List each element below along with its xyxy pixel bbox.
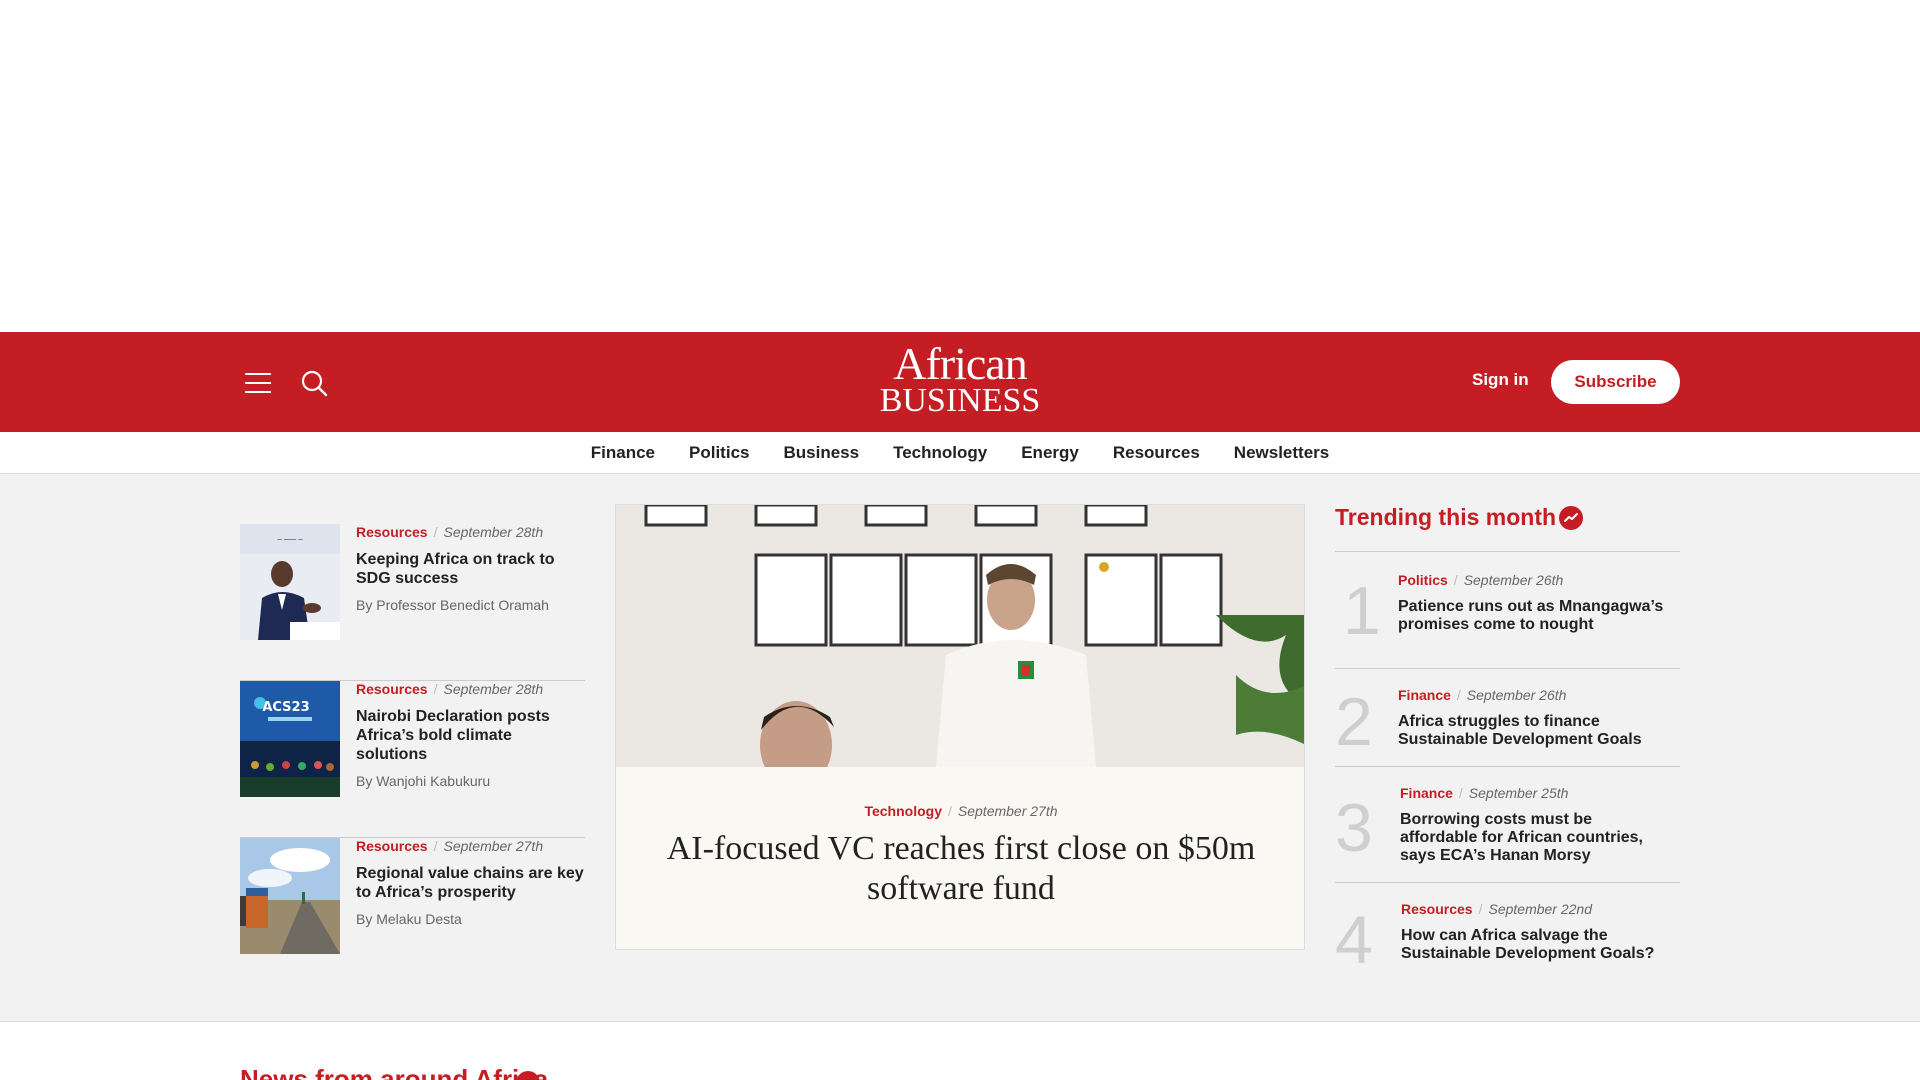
article-date: September 27th xyxy=(443,838,544,854)
trending-date: September 26th xyxy=(1463,572,1564,588)
trending-up-icon xyxy=(1559,506,1583,530)
trending-meta: Finance / September 26th xyxy=(1398,687,1567,703)
trending-headline[interactable]: Patience runs out as Mnangagwa’s promise… xyxy=(1398,598,1668,634)
article-date: September 28th xyxy=(443,524,544,540)
trending-item[interactable]: 4 Resources / September 22nd How can Afric… xyxy=(1335,883,1680,983)
trending-rank: 3 xyxy=(1335,790,1373,866)
article-byline: By Professor Benedict Oramah xyxy=(356,597,549,613)
nav-item-technology[interactable]: Technology xyxy=(893,443,987,463)
article-thumbnail[interactable]: ACS23 xyxy=(240,681,340,797)
trending-rank: 1 xyxy=(1343,573,1381,649)
nav-item-finance[interactable]: Finance xyxy=(591,443,655,463)
trending-category[interactable]: Finance xyxy=(1398,687,1451,703)
logo-line-business: BUSINESS xyxy=(879,382,1041,419)
section-title: News from around Africa xyxy=(240,1064,549,1080)
trending-meta: Politics / September 26th xyxy=(1398,572,1564,588)
trending-headline[interactable]: Borrowing costs must be affordable for A… xyxy=(1400,811,1670,865)
article-category[interactable]: Resources xyxy=(356,524,428,540)
trending-category[interactable]: Politics xyxy=(1398,572,1448,588)
article-headline[interactable]: Nairobi Declaration posts Africa’s bold … xyxy=(356,707,585,764)
ad-space xyxy=(0,0,1920,332)
article-headline[interactable]: Keeping Africa on track to SDG success xyxy=(356,550,585,588)
nav-item-newsletters[interactable]: Newsletters xyxy=(1234,443,1329,463)
main-nav: Finance Politics Business Technology Ene… xyxy=(0,432,1920,474)
article-thumbnail[interactable] xyxy=(240,838,340,954)
sign-in-link[interactable]: Sign in xyxy=(1472,370,1529,390)
trending-date: September 26th xyxy=(1466,687,1567,703)
site-logo[interactable]: African BUSINESS xyxy=(870,338,1050,420)
trending-item[interactable]: 1 Politics / September 26th Patience runs … xyxy=(1335,552,1680,669)
article-card[interactable]: ــ ــــــ ــ Resources / September 28th Ke… xyxy=(240,524,585,681)
trending-headline[interactable]: How can Africa salvage the Sustainable D… xyxy=(1401,927,1671,963)
trending-meta: Finance / September 25th xyxy=(1400,785,1569,801)
svg-text:ــ ــــــ ــ: ــ ــــــ ــ xyxy=(277,534,304,542)
article-byline: By Melaku Desta xyxy=(356,911,462,927)
article-headline[interactable]: Regional value chains are key to Africa’… xyxy=(356,864,585,902)
article-thumbnail[interactable]: ــ ــــــ ــ xyxy=(240,524,340,640)
trending-category[interactable]: Finance xyxy=(1400,785,1453,801)
trending-item[interactable]: 3 Finance / September 25th Borrowing costs… xyxy=(1335,767,1680,883)
featured-article-title[interactable]: AI-focused VC reaches first close on $50… xyxy=(616,829,1304,909)
article-meta: Resources / September 27th xyxy=(356,838,544,854)
search-icon[interactable] xyxy=(300,369,328,397)
article-card[interactable]: Resources / September 27th Regional value … xyxy=(240,838,585,995)
nav-item-energy[interactable]: Energy xyxy=(1021,443,1079,463)
logo-line-african: African xyxy=(893,338,1027,389)
nav-item-resources[interactable]: Resources xyxy=(1113,443,1200,463)
trending-headline[interactable]: Africa struggles to finance Sustainable … xyxy=(1398,713,1668,749)
trending-item[interactable]: 2 Finance / September 26th Africa struggle… xyxy=(1335,669,1680,767)
trending-date: September 25th xyxy=(1468,785,1569,801)
trending-date: September 22nd xyxy=(1488,901,1593,917)
article-card[interactable]: ACS23 Resources / September 28th Nairobi D… xyxy=(240,681,585,838)
article-category[interactable]: Resources xyxy=(356,838,428,854)
article-category[interactable]: Resources xyxy=(356,681,428,697)
article-meta: Resources / September 28th xyxy=(356,681,544,697)
trending-meta: Resources / September 22nd xyxy=(1401,901,1593,917)
featured-article[interactable]: Technology / September 27th AI-focused VC … xyxy=(615,504,1305,950)
trending-rank: 2 xyxy=(1335,684,1373,760)
trending-title: Trending this month xyxy=(1335,504,1557,530)
subscribe-button[interactable]: Subscribe xyxy=(1551,360,1680,404)
trending-category[interactable]: Resources xyxy=(1401,901,1473,917)
nav-item-business[interactable]: Business xyxy=(783,443,859,463)
trending-rank: 4 xyxy=(1335,902,1373,978)
hamburger-menu-icon[interactable] xyxy=(245,373,271,393)
article-date: September 28th xyxy=(443,681,544,697)
svg-text:ACS23: ACS23 xyxy=(262,700,309,715)
featured-article-overlay: Technology / September 27th AI-focused VC … xyxy=(616,767,1304,949)
article-byline: By Wanjohi Kabukuru xyxy=(356,773,491,789)
featured-article-meta: Technology / September 27th xyxy=(864,803,1058,819)
article-meta: Resources / September 28th xyxy=(356,524,544,540)
featured-article-date: September 27th xyxy=(957,803,1058,819)
nav-item-politics[interactable]: Politics xyxy=(689,443,749,463)
featured-article-category[interactable]: Technology xyxy=(864,803,942,819)
